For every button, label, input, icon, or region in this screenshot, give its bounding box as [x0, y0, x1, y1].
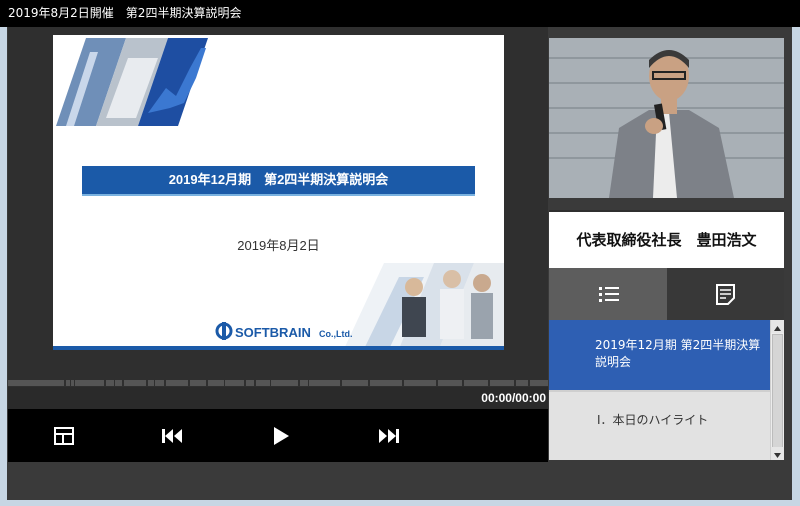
tab-chapter-list[interactable] — [549, 268, 667, 320]
speaker-nameplate: 代表取締役社長 豊田浩文 — [549, 210, 784, 268]
play-icon — [274, 427, 289, 445]
next-track-icon — [379, 429, 399, 443]
right-bottom-filler — [549, 460, 784, 500]
play-button[interactable] — [266, 421, 296, 451]
chapter-list: 2019年12月期 第2四半期決算説明会 Ⅰ．本日のハイライト — [549, 320, 770, 460]
slide-date: 2019年8月2日 — [237, 238, 320, 253]
presentation-slide: 2019年12月期 第2四半期決算説明会 2019年8月2日 SOFTBRAIN… — [53, 35, 504, 350]
window-border-left — [0, 0, 7, 506]
window-title: 2019年8月2日開催 第2四半期決算説明会 — [0, 0, 800, 27]
tab-notes[interactable] — [667, 268, 784, 320]
slide-title-underline — [82, 194, 475, 196]
list-icon — [599, 287, 619, 302]
speaker-name: 代表取締役社長 豊田浩文 — [576, 231, 757, 249]
scroll-thumb[interactable] — [772, 334, 783, 452]
chapter-scrollbar[interactable] — [770, 320, 784, 460]
layout-icon — [54, 427, 74, 445]
slide-people-photo — [344, 263, 504, 349]
previous-button[interactable] — [157, 421, 187, 451]
speaker-video[interactable] — [549, 38, 784, 198]
slide-bottom-bar — [53, 346, 504, 350]
speaker-video-frame — [549, 38, 784, 198]
scroll-down-button[interactable] — [771, 447, 784, 460]
layout-button[interactable] — [49, 421, 79, 451]
chapter-item[interactable]: Ⅰ．本日のハイライト — [549, 392, 770, 460]
next-button[interactable] — [374, 421, 404, 451]
chapter-label: 2019年12月期 第2四半期決算説明会 — [595, 338, 761, 369]
previous-track-icon — [162, 429, 182, 443]
slide-decoration-top — [56, 38, 208, 126]
window-border-bottom — [0, 500, 800, 506]
logo-suffix: Co.,Ltd. — [319, 329, 353, 339]
window-border-right — [792, 0, 800, 506]
progress-bar[interactable] — [8, 380, 548, 386]
chapter-label: Ⅰ．本日のハイライト — [597, 413, 709, 427]
logo-text: SOFTBRAIN — [235, 325, 311, 340]
player-controls — [8, 409, 548, 462]
time-display: 00:00/00:00 — [481, 391, 546, 405]
bottom-filler — [8, 462, 548, 500]
scroll-up-button[interactable] — [771, 320, 784, 333]
time-bar: 00:00/00:00 — [8, 387, 548, 409]
company-logo: SOFTBRAIN Co.,Ltd. — [215, 322, 353, 340]
chapter-item-active[interactable]: 2019年12月期 第2四半期決算説明会 — [549, 320, 770, 390]
notes-icon — [716, 284, 735, 305]
slide-title: 2019年12月期 第2四半期決算説明会 — [82, 166, 475, 194]
